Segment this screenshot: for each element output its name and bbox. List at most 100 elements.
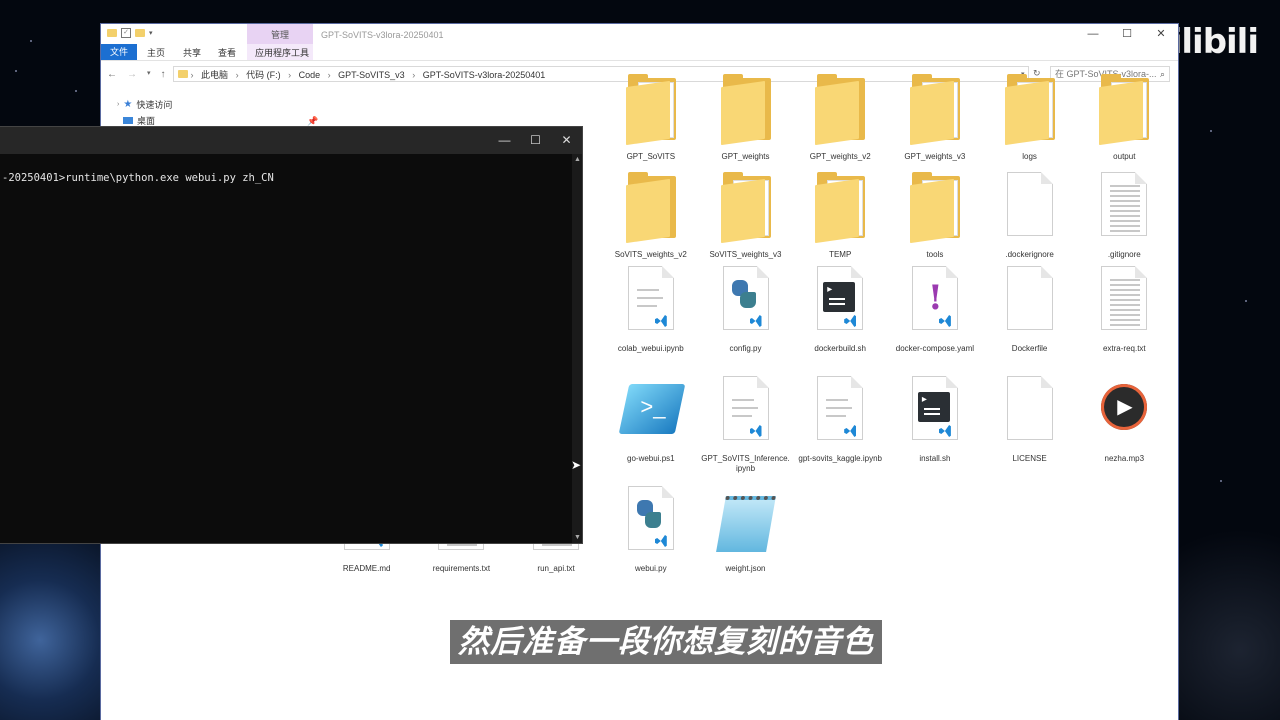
nav-buttons: ← → ▾ ↑ (107, 69, 166, 80)
powershell-icon: >_ (618, 384, 686, 434)
file-icon (622, 172, 680, 248)
dropdown-icon[interactable]: ▾ (147, 69, 151, 80)
tab-file[interactable]: 文件 (101, 44, 137, 60)
file-name-label: README.md (342, 564, 391, 573)
expand-chevron-icon[interactable]: › (117, 101, 119, 108)
file-icon (717, 172, 775, 248)
file-item-go-webui-ps1[interactable]: >_ go-webui.ps1 (606, 376, 696, 464)
desktop-icon (123, 117, 133, 124)
file-item-gpt-sovits[interactable]: GPT_SoVITS (606, 74, 696, 162)
console-maximize-button[interactable]: ☐ (520, 127, 551, 154)
file-icon (1001, 74, 1059, 150)
file-item-dockerignore[interactable]: .dockerignore (985, 172, 1075, 260)
file-item-gpt-weights-v3[interactable]: GPT_weights_v3 (890, 74, 980, 162)
file-name-label: config.py (729, 344, 762, 353)
file-item-tools[interactable]: tools (890, 172, 980, 260)
vscode-icon (843, 424, 858, 438)
maximize-button[interactable]: ☐ (1110, 24, 1144, 44)
console-command-line: -20250401>runtime\python.exe webui.py zh… (2, 172, 274, 184)
pin-icon[interactable]: 📌 (307, 116, 318, 127)
file-item-dockerbuild-sh[interactable]: dockerbuild.sh (795, 266, 885, 354)
close-button[interactable]: ✕ (1144, 24, 1178, 44)
vscode-icon (653, 314, 668, 328)
console-titlebar: — ☐ ✕ (0, 127, 582, 154)
file-item-gpt-weights-v2[interactable]: GPT_weights_v2 (795, 74, 885, 162)
console-minimize-button[interactable]: — (489, 127, 520, 154)
breadcrumb-this-pc[interactable]: 此电脑 (201, 70, 228, 80)
separator: › (235, 70, 239, 80)
nav-quick-access-label: 快速访问 (136, 100, 173, 110)
folder-front-shape (1099, 80, 1144, 146)
file-icon (717, 74, 775, 150)
file-item-gpt-sovits-kaggle-ipynb[interactable]: gpt-sovits_kaggle.ipynb (795, 376, 885, 464)
file-item-weight-json[interactable]: weight.json (701, 486, 791, 574)
breadcrumb-code[interactable]: Code (299, 70, 321, 80)
file-item-nezha-mp3[interactable]: ▶ nezha.mp3 (1079, 376, 1169, 464)
mouse-cursor-icon: ➤ (571, 458, 582, 472)
file-item-sovits-weights-v3[interactable]: SoVITS_weights_v3 (701, 172, 791, 260)
video-subtitle: 然后准备一段你想复刻的音色 (450, 620, 882, 664)
document-sheet (1006, 172, 1053, 236)
console-scrollbar[interactable]: ▲ ▼ (572, 154, 582, 543)
scroll-down-icon[interactable]: ▼ (574, 534, 581, 541)
console-close-button[interactable]: ✕ (551, 127, 582, 154)
tab-view[interactable]: 查看 (218, 46, 236, 59)
file-name-label: nezha.mp3 (1104, 454, 1145, 463)
file-name-label: requirements.txt (432, 564, 491, 573)
customize-dropdown-icon[interactable]: ▾ (149, 29, 153, 37)
file-item-webui-py[interactable]: webui.py (606, 486, 696, 574)
file-item-install-sh[interactable]: install.sh (890, 376, 980, 464)
nav-quick-access[interactable]: › ★ 快速访问 (117, 98, 172, 111)
breadcrumb-current-folder[interactable]: GPT-SoVITS-v3lora-20250401 (423, 70, 546, 80)
folder-front-shape (815, 178, 860, 244)
star (75, 90, 77, 92)
tab-share[interactable]: 共享 (183, 46, 201, 59)
file-item-logs[interactable]: logs (985, 74, 1075, 162)
console-window-controls: — ☐ ✕ (489, 127, 582, 154)
file-name-label: docker-compose.yaml (895, 344, 975, 353)
file-item-gitignore[interactable]: .gitignore (1079, 172, 1169, 260)
scroll-up-icon[interactable]: ▲ (574, 156, 581, 163)
file-icon (622, 486, 680, 562)
folder-icon[interactable] (107, 29, 117, 37)
file-name-label: GPT_weights_v3 (904, 152, 966, 161)
file-name-label: dockerbuild.sh (814, 344, 866, 353)
file-name-label: webui.py (635, 564, 667, 573)
file-name-label: TEMP (829, 250, 852, 259)
file-name-label: extra-req.txt (1102, 344, 1146, 353)
file-name-label: GPT_SoVITS (626, 152, 676, 161)
vscode-icon (748, 314, 763, 328)
breadcrumb-drive[interactable]: 代码 (F:) (246, 70, 281, 80)
nav-desktop-label: 桌面 (137, 116, 156, 126)
file-icon (1001, 266, 1059, 342)
up-arrow-icon[interactable]: ↑ (161, 69, 166, 80)
file-item-colab-webui-ipynb[interactable]: colab_webui.ipynb (606, 266, 696, 354)
file-item-gpt-weights[interactable]: GPT_weights (701, 74, 791, 162)
minimize-button[interactable]: — (1076, 24, 1110, 44)
forward-arrow-icon[interactable]: → (127, 69, 137, 80)
back-arrow-icon[interactable]: ← (107, 69, 117, 80)
file-item-extra-req-txt[interactable]: extra-req.txt (1079, 266, 1169, 354)
ribbon-tabs: 文件 主页 共享 查看 应用程序工具 (101, 44, 1178, 61)
vscode-icon (843, 314, 858, 328)
file-item-config-py[interactable]: config.py (701, 266, 791, 354)
file-icon (906, 74, 964, 150)
file-item-gpt-sovits-inference-ipynb[interactable]: GPT_SoVITS_Inference.ipynb (701, 376, 791, 474)
new-folder-icon[interactable] (135, 29, 145, 37)
nav-desktop[interactable]: 桌面 (123, 114, 155, 127)
tab-home[interactable]: 主页 (147, 46, 165, 59)
file-item-docker-compose-yaml[interactable]: ! docker-compose.yaml (890, 266, 980, 354)
file-item-output[interactable]: output (1079, 74, 1169, 162)
file-item-dockerfile[interactable]: Dockerfile (985, 266, 1075, 354)
file-name-label: .gitignore (1107, 250, 1141, 259)
file-item-license[interactable]: LICENSE (985, 376, 1075, 464)
manage-context-tab[interactable]: 管理 (247, 24, 313, 44)
file-item-temp[interactable]: TEMP (795, 172, 885, 260)
media-play-icon: ▶ (1101, 384, 1148, 430)
breadcrumb-gpt-sovits-v3[interactable]: GPT-SoVITS_v3 (338, 70, 405, 80)
properties-icon[interactable]: ✓ (121, 28, 131, 38)
file-item-sovits-weights-v2[interactable]: SoVITS_weights_v2 (606, 172, 696, 260)
tab-app-tools[interactable]: 应用程序工具 (255, 46, 309, 59)
file-name-label: weight.json (725, 564, 766, 573)
file-icon (906, 172, 964, 248)
